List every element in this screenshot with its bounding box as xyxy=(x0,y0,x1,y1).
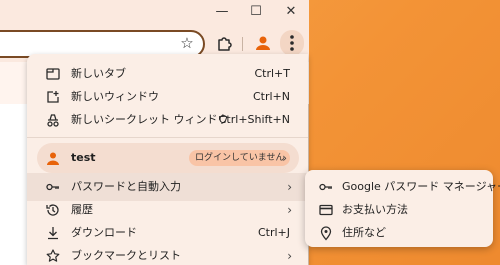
submenu-item-label: Google パスワード マネージャー xyxy=(342,180,500,193)
new-tab-icon xyxy=(46,68,60,80)
avatar xyxy=(47,152,59,165)
kebab-menu-icon xyxy=(290,35,294,51)
profile-name: test xyxy=(71,151,96,164)
menu-item-shortcut: Ctrl+Shift+N xyxy=(218,113,290,126)
menu-divider xyxy=(27,137,308,138)
passwords-submenu: Google パスワード マネージャー お支払い方法 住所など xyxy=(305,170,500,247)
minimize-button[interactable]: — xyxy=(207,0,237,22)
title-bar: — ☐ ✕ xyxy=(0,0,309,24)
puzzle-icon[interactable] xyxy=(216,34,234,52)
close-button[interactable]: ✕ xyxy=(276,0,306,22)
profile-row[interactable]: test ログインしていません › xyxy=(37,143,299,173)
credit-card-icon xyxy=(319,204,333,216)
location-pin-icon xyxy=(320,226,332,241)
submenu-item-label: 住所など xyxy=(342,226,386,239)
key-icon xyxy=(319,183,332,191)
person-icon[interactable] xyxy=(254,34,272,52)
menu-item-bookmarks-lists[interactable]: ブックマークとリスト › xyxy=(27,242,308,265)
star-icon[interactable]: ☆ xyxy=(178,34,196,52)
kebab-menu-button[interactable] xyxy=(280,30,304,56)
menu-item-label: 新しいシークレット ウィンドウ xyxy=(71,113,229,126)
profile-status-badge: ログインしていません xyxy=(189,150,291,166)
history-icon xyxy=(46,204,59,216)
menu-item-incognito[interactable]: 新しいシークレット ウィンドウ Ctrl+Shift+N xyxy=(27,106,308,134)
incognito-icon xyxy=(47,114,59,127)
submenu-item-payment-methods[interactable]: お支払い方法 xyxy=(305,198,493,222)
new-window-icon xyxy=(47,91,59,103)
menu-item-label: ブックマークとリスト xyxy=(71,249,181,262)
chevron-right-icon: › xyxy=(282,151,287,165)
chrome-menu: 新しいタブ Ctrl+T 新しいウィンドウ Ctrl+N 新しいシークレット ウ… xyxy=(27,54,308,265)
bookmark-star-icon xyxy=(46,249,60,262)
submenu-item-label: お支払い方法 xyxy=(342,203,408,216)
maximize-button[interactable]: ☐ xyxy=(241,0,271,22)
chevron-right-icon: › xyxy=(287,249,292,263)
submenu-item-password-manager[interactable]: Google パスワード マネージャー xyxy=(305,175,500,199)
key-icon xyxy=(46,183,59,191)
download-icon xyxy=(48,227,58,240)
toolbar-separator xyxy=(242,37,243,51)
submenu-item-addresses[interactable]: 住所など xyxy=(305,221,493,245)
